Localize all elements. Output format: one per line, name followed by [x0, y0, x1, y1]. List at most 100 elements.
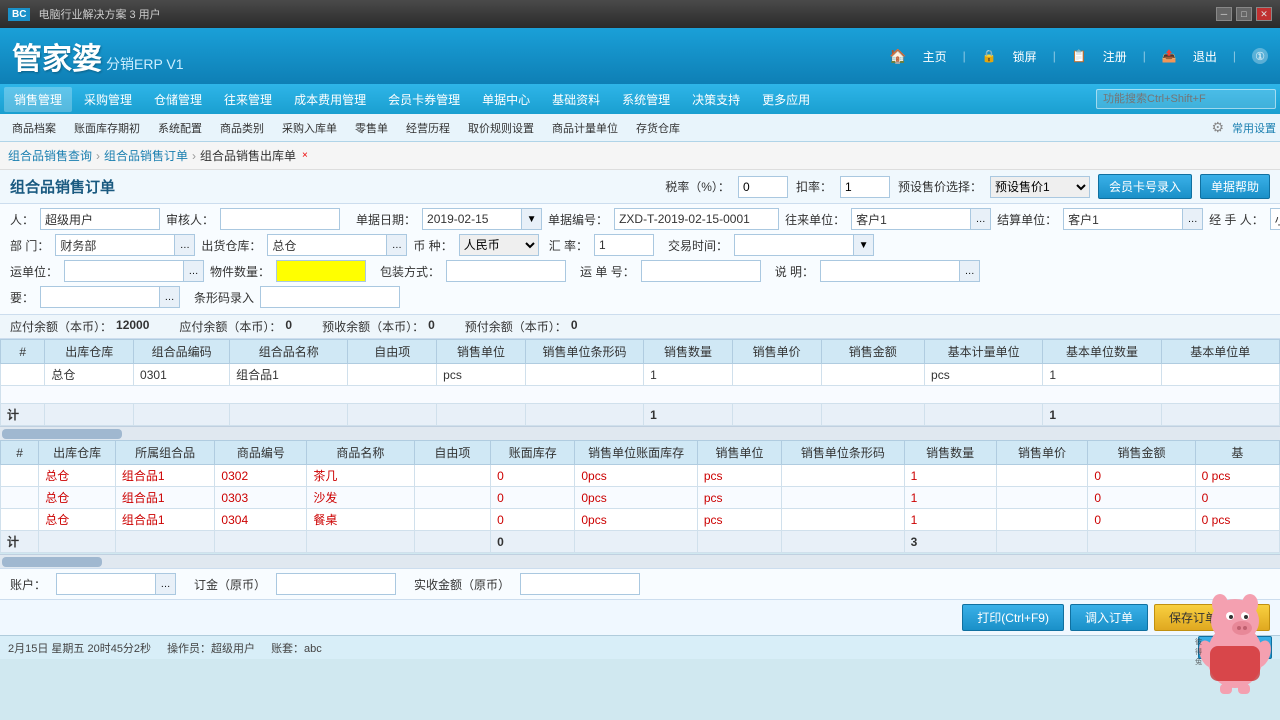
- lower-scroll-thumb[interactable]: [2, 557, 102, 567]
- item-count-input[interactable]: [276, 260, 366, 282]
- account-input[interactable]: [56, 573, 156, 595]
- subnav-price-rule[interactable]: 取价规则设置: [460, 117, 542, 139]
- pre-receive-value: 0: [428, 318, 435, 335]
- upper-row-free: [348, 364, 437, 386]
- to-unit-picker-button[interactable]: …: [971, 208, 991, 230]
- subnav-products[interactable]: 商品档案: [4, 117, 64, 139]
- upper-row-base-qty: 1: [1043, 364, 1161, 386]
- barcode-input[interactable]: [260, 286, 400, 308]
- breadcrumb-close-button[interactable]: ×: [302, 150, 308, 161]
- account-picker-button[interactable]: …: [156, 573, 176, 595]
- settlement-picker-button[interactable]: …: [1183, 208, 1203, 230]
- upper-col-base-qty: 基本单位数量: [1043, 340, 1161, 364]
- lower-table-row-1[interactable]: 总仓 组合品1 0302 茶几 0 0pcs pcs 1 0 0 pcs: [1, 465, 1280, 487]
- require-picker-button[interactable]: …: [160, 286, 180, 308]
- price-select-label: 预设售价选择：: [898, 178, 982, 195]
- upper-table-scrollbar[interactable]: [0, 426, 1280, 440]
- nav-warehouse[interactable]: 仓储管理: [144, 87, 212, 112]
- form-area: 人： 审核人： 单据日期： ▼ 单据编号： 往来单位： … 结算单位： … 经 …: [0, 204, 1280, 315]
- warehouse-picker-button[interactable]: …: [387, 234, 407, 256]
- settlement-input[interactable]: [1063, 208, 1183, 230]
- settlement-field-group: …: [1063, 208, 1203, 230]
- breadcrumb-item-1[interactable]: 组合品销售查询: [8, 147, 92, 164]
- pack-input[interactable]: [446, 260, 566, 282]
- ship-unit-input[interactable]: [64, 260, 184, 282]
- member-card-input-button[interactable]: 会员卡号录入: [1098, 174, 1192, 199]
- lock-link[interactable]: 锁屏: [1013, 48, 1037, 65]
- lower-table-area: # 出库仓库 所属组合品 商品编号 商品名称 自由项 账面库存 销售单位账面库存…: [0, 440, 1280, 553]
- function-search-input[interactable]: [1096, 89, 1276, 109]
- upper-col-free: 自由项: [348, 340, 437, 364]
- audit-input[interactable]: [220, 208, 340, 230]
- nav-cost[interactable]: 成本费用管理: [284, 87, 376, 112]
- track-no-input[interactable]: [641, 260, 761, 282]
- dept-picker-button[interactable]: …: [175, 234, 195, 256]
- scroll-thumb[interactable]: [2, 429, 122, 439]
- rate-input[interactable]: [594, 234, 654, 256]
- logout-link[interactable]: 退出: [1193, 48, 1217, 65]
- upper-col-code: 组合品编码: [134, 340, 230, 364]
- actual-amount-input[interactable]: [520, 573, 640, 595]
- subnav-stock-init[interactable]: 账面库存期初: [66, 117, 148, 139]
- trade-time-picker-button[interactable]: ▼: [854, 234, 874, 256]
- minimize-button[interactable]: ─: [1216, 7, 1232, 21]
- subnav-warehouse[interactable]: 存货仓库: [628, 117, 688, 139]
- price-select-dropdown[interactable]: 预设售价1: [990, 176, 1090, 198]
- discount-input[interactable]: [840, 176, 890, 198]
- nav-more[interactable]: 更多应用: [752, 87, 820, 112]
- person-input[interactable]: [40, 208, 160, 230]
- subnav-retail[interactable]: 零售单: [347, 117, 396, 139]
- nav-member[interactable]: 会员卡券管理: [378, 87, 470, 112]
- upper-table-area: # 出库仓库 组合品编码 组合品名称 自由项 销售单位 销售单位条形码 销售数量…: [0, 339, 1280, 426]
- currency-select[interactable]: 人民币: [459, 234, 539, 256]
- subnav-category[interactable]: 商品类别: [212, 117, 272, 139]
- nav-orders[interactable]: 单据中心: [472, 87, 540, 112]
- person-label: 人：: [10, 211, 34, 228]
- remark-input[interactable]: [820, 260, 960, 282]
- subnav-purchase-in[interactable]: 采购入库单: [274, 117, 345, 139]
- require-field-group: …: [40, 286, 180, 308]
- upper-table-row[interactable]: 总仓 0301 组合品1 pcs 1 pcs 1: [1, 364, 1280, 386]
- nav-decision[interactable]: 决策支持: [682, 87, 750, 112]
- ship-unit-picker-button[interactable]: …: [184, 260, 204, 282]
- date-label: 单据日期：: [356, 211, 416, 228]
- nav-system[interactable]: 系统管理: [612, 87, 680, 112]
- print-button[interactable]: 打印(Ctrl+F9): [962, 604, 1064, 631]
- tax-rate-input[interactable]: [738, 176, 788, 198]
- remark-btn[interactable]: …: [960, 260, 980, 282]
- order-amount-input[interactable]: [276, 573, 396, 595]
- date-picker-button[interactable]: ▼: [522, 208, 542, 230]
- breadcrumb-item-2[interactable]: 组合品销售订单: [104, 147, 188, 164]
- close-button[interactable]: ✕: [1256, 7, 1272, 21]
- help-button[interactable]: 单据帮助: [1200, 174, 1270, 199]
- upper-table: # 出库仓库 组合品编码 组合品名称 自由项 销售单位 销售单位条形码 销售数量…: [0, 339, 1280, 426]
- settings-icon[interactable]: ⚙: [1211, 119, 1224, 136]
- lower-table-row-3[interactable]: 总仓 组合品1 0304 餐桌 0 0pcs pcs 1 0 0 pcs: [1, 509, 1280, 531]
- to-unit-input[interactable]: [851, 208, 971, 230]
- nav-purchase[interactable]: 采购管理: [74, 87, 142, 112]
- dept-input[interactable]: [55, 234, 175, 256]
- lower-table-total-row: 计 0 3: [1, 531, 1280, 553]
- register-link[interactable]: 注册: [1103, 48, 1127, 65]
- trade-time-input[interactable]: [734, 234, 854, 256]
- upper-table-empty-row: [1, 386, 1280, 404]
- subnav-config[interactable]: 系统配置: [150, 117, 210, 139]
- subnav-unit[interactable]: 商品计量单位: [544, 117, 626, 139]
- subnav-history[interactable]: 经营历程: [398, 117, 458, 139]
- maximize-button[interactable]: □: [1236, 7, 1252, 21]
- nav-basic[interactable]: 基础资料: [542, 87, 610, 112]
- require-input[interactable]: [40, 286, 160, 308]
- lower-table-scrollbar[interactable]: [0, 554, 1280, 568]
- warehouse-input[interactable]: [267, 234, 387, 256]
- handler-input[interactable]: [1270, 208, 1280, 230]
- currency-label: 币 种：: [413, 237, 452, 254]
- upper-col-base-unit: 基本计量单位: [925, 340, 1043, 364]
- nav-relations[interactable]: 往来管理: [214, 87, 282, 112]
- home-link[interactable]: 主页: [923, 48, 947, 65]
- common-settings-link[interactable]: 常用设置: [1232, 120, 1276, 136]
- order-no-input[interactable]: [614, 208, 779, 230]
- date-input[interactable]: [422, 208, 522, 230]
- import-order-button[interactable]: 调入订单: [1070, 604, 1148, 631]
- nav-sales[interactable]: 销售管理: [4, 87, 72, 112]
- lower-table-row-2[interactable]: 总仓 组合品1 0303 沙发 0 0pcs pcs 1 0 0: [1, 487, 1280, 509]
